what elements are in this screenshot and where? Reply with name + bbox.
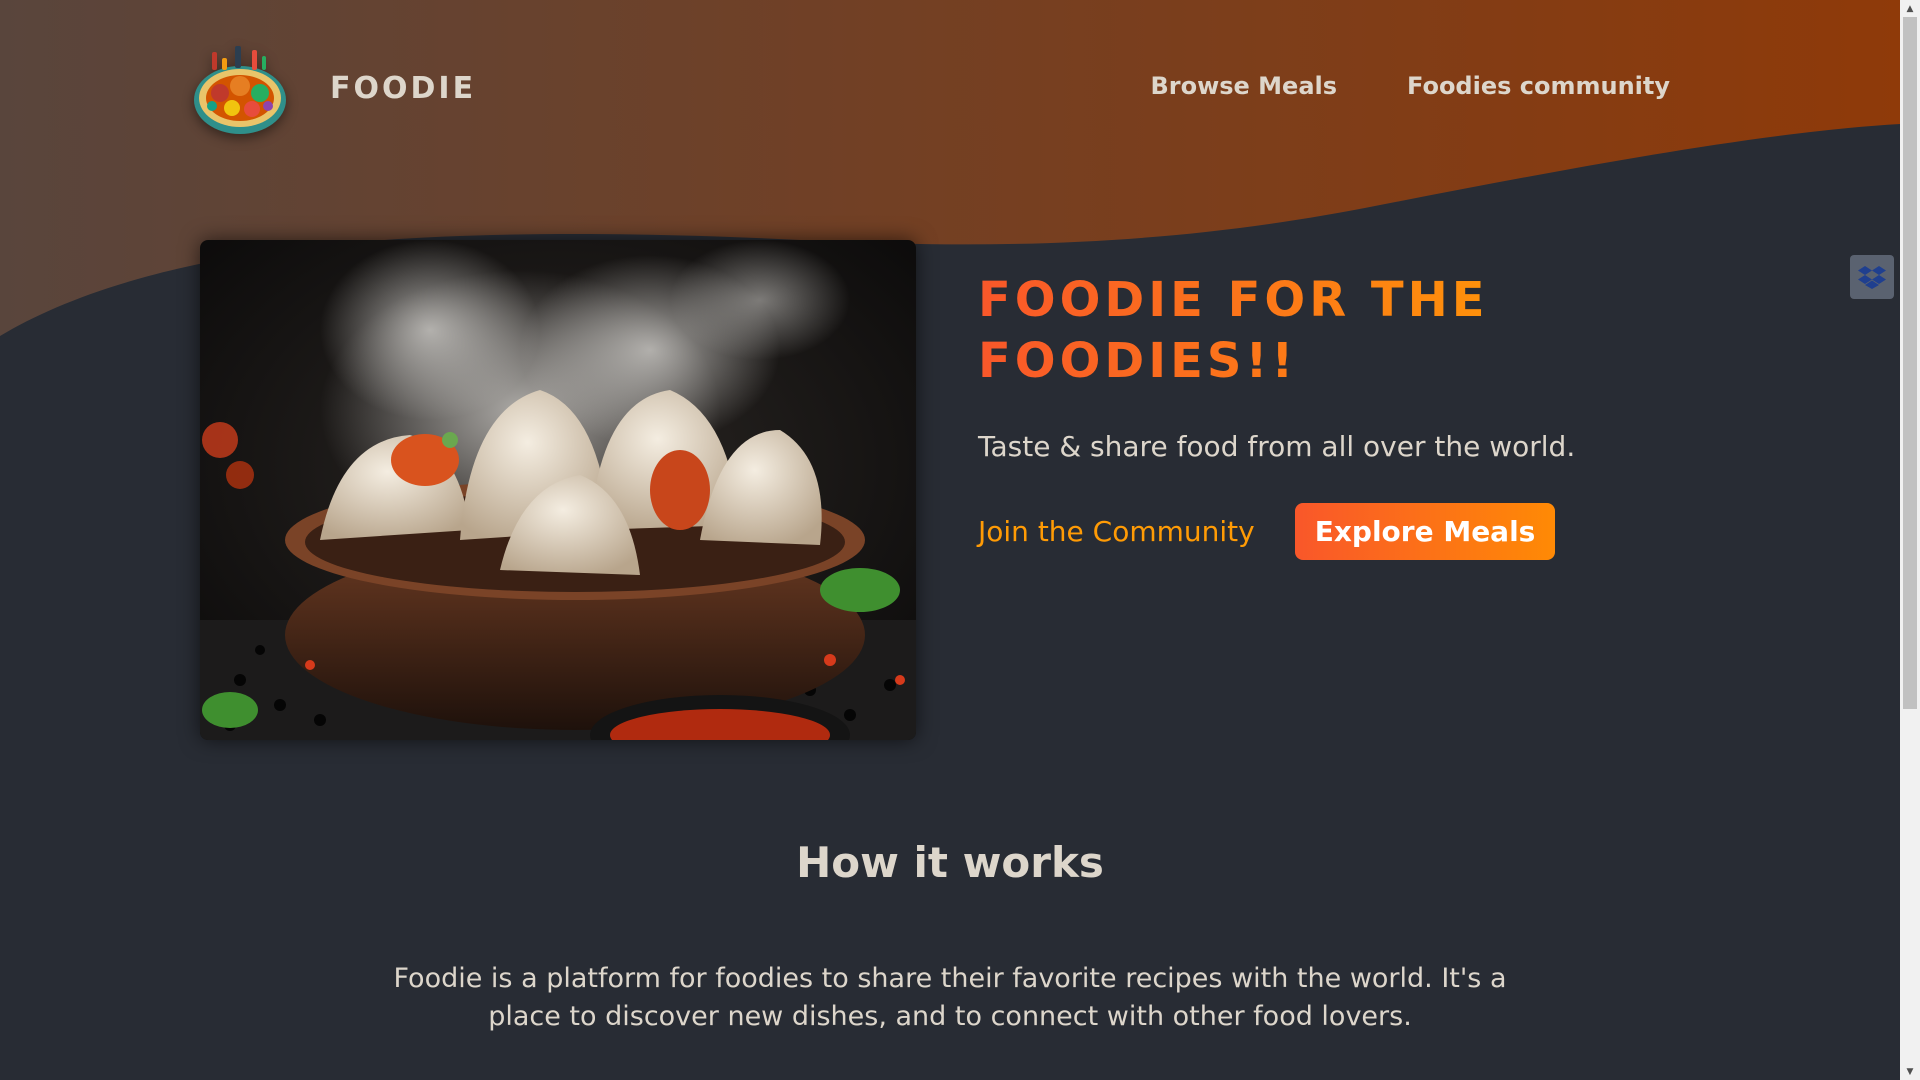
dropbox-extension-button[interactable]: [1850, 255, 1894, 299]
scrollbar-thumb[interactable]: [1903, 17, 1917, 709]
dropbox-icon: [1858, 266, 1886, 289]
logo-text: FOODIE: [330, 70, 477, 106]
explore-meals-button[interactable]: Explore Meals: [1294, 503, 1556, 560]
how-it-works-title: How it works: [796, 838, 1104, 887]
scroll-up-arrow-icon[interactable]: ▲: [1900, 0, 1920, 17]
site-header: FOODIE Browse Meals Foodies community: [0, 0, 1900, 180]
join-community-link[interactable]: Join the Community: [978, 515, 1255, 548]
dumplings-image: [200, 240, 916, 740]
hero-image-slideshow: [200, 240, 916, 740]
nav-foodies-community[interactable]: Foodies community: [1407, 72, 1670, 100]
logo-home-link[interactable]: FOODIE: [190, 38, 476, 138]
hero-title: Foodie for the foodies!!: [978, 270, 1578, 392]
logo-food-plate-image: [194, 46, 286, 134]
how-it-works-text: Foodie is a platform for foodies to shar…: [393, 963, 1507, 1032]
main-nav: Browse Meals Foodies community: [1150, 72, 1670, 100]
nav-browse-meals[interactable]: Browse Meals: [1150, 72, 1337, 100]
cta-row: Join the Community Explore Meals: [978, 503, 1678, 560]
hero-text: Foodie for the foodies!! Taste & share f…: [978, 270, 1678, 560]
scroll-down-arrow-icon[interactable]: ▼: [1900, 1063, 1920, 1080]
page-viewport: FOODIE Browse Meals Foodies community FO…: [0, 0, 1920, 1080]
page-scrollbar[interactable]: ▲ ▼: [1900, 0, 1920, 1080]
hero-subtitle: Taste & share food from all over the wor…: [978, 430, 1576, 463]
